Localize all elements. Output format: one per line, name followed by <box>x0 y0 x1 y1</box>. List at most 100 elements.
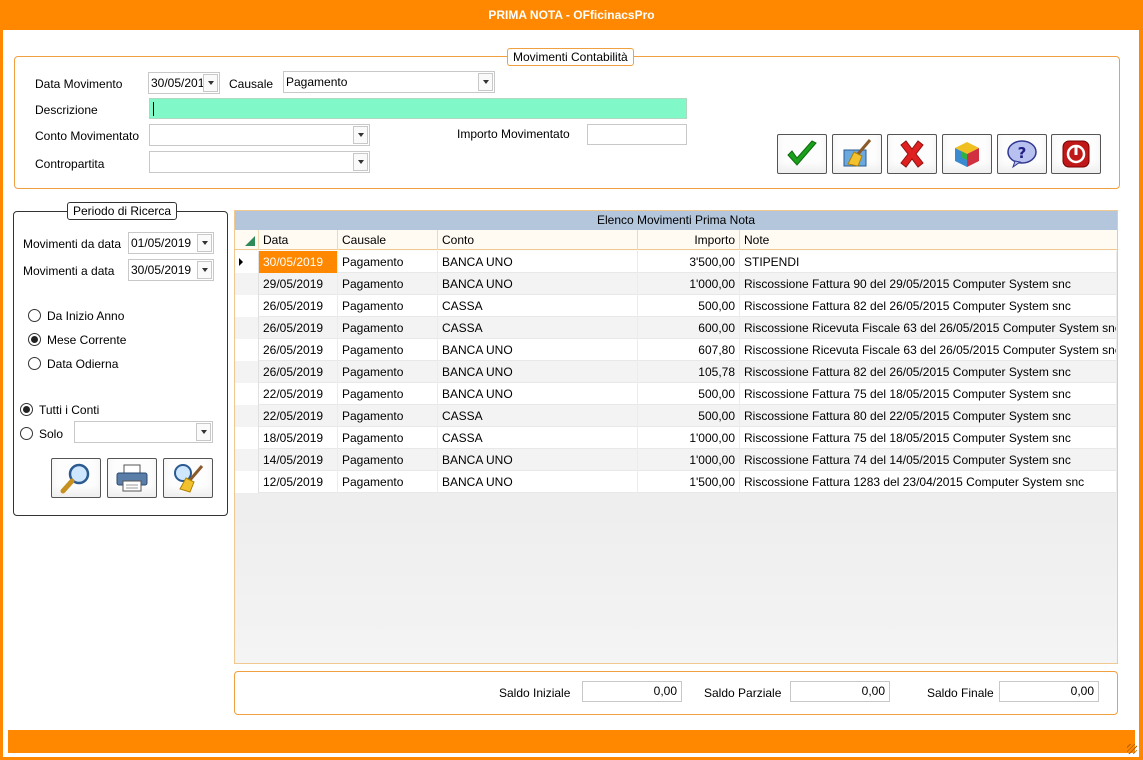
cell-importo[interactable]: 3'500,00 <box>638 251 740 273</box>
descrizione-input[interactable] <box>149 98 687 119</box>
cell-causale[interactable]: Pagamento <box>338 449 438 471</box>
importo-movimentato-input[interactable] <box>587 124 687 145</box>
cell-note[interactable]: STIPENDI <box>740 251 1117 273</box>
resize-grip-icon[interactable] <box>1127 744 1137 754</box>
col-header-data[interactable]: Data <box>259 230 338 250</box>
a-data-picker[interactable]: 30/05/2019 <box>128 259 214 281</box>
cell-importo[interactable]: 607,80 <box>638 339 740 361</box>
conto-movimentato-select[interactable] <box>149 124 370 146</box>
cell-note[interactable]: Riscossione Fattura 75 del 18/05/2015 Co… <box>740 427 1117 449</box>
cell-importo[interactable]: 1'000,00 <box>638 273 740 295</box>
cell-causale[interactable]: Pagamento <box>338 471 438 493</box>
cell-conto[interactable]: BANCA UNO <box>438 471 638 493</box>
causale-select[interactable]: Pagamento <box>283 71 495 93</box>
cell-data[interactable]: 26/05/2019 <box>259 361 338 383</box>
row-header[interactable] <box>235 273 259 295</box>
radio-solo-label[interactable]: Solo <box>39 427 63 441</box>
table-row[interactable]: 14/05/2019 Pagamento BANCA UNO 1'000,00 Risc… <box>235 449 1117 471</box>
radio-solo[interactable] <box>20 427 33 440</box>
radio-mese-corrente-label[interactable]: Mese Corrente <box>47 333 126 347</box>
cell-conto[interactable]: BANCA UNO <box>438 383 638 405</box>
cell-importo[interactable]: 1'500,00 <box>638 471 740 493</box>
table-row[interactable]: 26/05/2019 Pagamento CASSA 600,00 Riscossion… <box>235 317 1117 339</box>
radio-da-inizio-anno[interactable] <box>28 309 41 322</box>
reset-search-button[interactable] <box>163 458 213 498</box>
table-row[interactable]: 22/05/2019 Pagamento CASSA 500,00 Riscossion… <box>235 405 1117 427</box>
cell-data[interactable]: 26/05/2019 <box>259 295 338 317</box>
cell-causale[interactable]: Pagamento <box>338 295 438 317</box>
row-header[interactable] <box>235 471 259 493</box>
chevron-down-icon[interactable] <box>203 74 218 92</box>
table-row[interactable]: 12/05/2019 Pagamento BANCA UNO 1'500,00 Risc… <box>235 471 1117 493</box>
cell-note[interactable]: Riscossione Fattura 1283 del 23/04/2015 … <box>740 471 1117 493</box>
search-button[interactable] <box>51 458 101 498</box>
table-row[interactable]: 22/05/2019 Pagamento BANCA UNO 500,00 Riscos… <box>235 383 1117 405</box>
contropartita-select[interactable] <box>149 151 370 173</box>
cell-conto[interactable]: BANCA UNO <box>438 251 638 273</box>
cell-conto[interactable]: BANCA UNO <box>438 339 638 361</box>
radio-tutti-conti-label[interactable]: Tutti i Conti <box>39 403 99 417</box>
cell-causale[interactable]: Pagamento <box>338 339 438 361</box>
radio-data-odierna[interactable] <box>28 357 41 370</box>
cell-note[interactable]: Riscossione Ricevuta Fiscale 63 del 26/0… <box>740 339 1117 361</box>
current-row-indicator-icon[interactable] <box>235 251 259 273</box>
radio-da-inizio-anno-label[interactable]: Da Inizio Anno <box>47 309 124 323</box>
clear-button[interactable] <box>832 134 882 174</box>
table-row[interactable]: 26/05/2019 Pagamento CASSA 500,00 Riscossion… <box>235 295 1117 317</box>
exit-button[interactable] <box>1051 134 1101 174</box>
chevron-down-icon[interactable] <box>197 261 212 279</box>
cell-data[interactable]: 22/05/2019 <box>259 405 338 427</box>
cell-importo[interactable]: 105,78 <box>638 361 740 383</box>
cell-conto[interactable]: CASSA <box>438 405 638 427</box>
cell-importo[interactable]: 500,00 <box>638 295 740 317</box>
data-movimento-picker[interactable]: 30/05/201 <box>148 72 220 94</box>
radio-mese-corrente[interactable] <box>28 333 41 346</box>
delete-button[interactable] <box>887 134 937 174</box>
col-header-note[interactable]: Note <box>740 230 1117 250</box>
cell-conto[interactable]: BANCA UNO <box>438 449 638 471</box>
cell-conto[interactable]: BANCA UNO <box>438 361 638 383</box>
cell-data[interactable]: 30/05/2019 <box>259 251 338 273</box>
cell-importo[interactable]: 600,00 <box>638 317 740 339</box>
row-header[interactable] <box>235 383 259 405</box>
row-header[interactable] <box>235 405 259 427</box>
col-header-importo[interactable]: Importo <box>638 230 740 250</box>
cell-importo[interactable]: 500,00 <box>638 405 740 427</box>
solo-conto-select[interactable] <box>74 421 213 443</box>
cell-causale[interactable]: Pagamento <box>338 361 438 383</box>
table-row[interactable]: 30/05/2019 Pagamento BANCA UNO 3'500,00 STIP… <box>235 251 1117 273</box>
cell-data[interactable]: 29/05/2019 <box>259 273 338 295</box>
cell-note[interactable]: Riscossione Fattura 90 del 29/05/2015 Co… <box>740 273 1117 295</box>
row-header[interactable] <box>235 295 259 317</box>
col-header-conto[interactable]: Conto <box>438 230 638 250</box>
chevron-down-icon[interactable] <box>478 73 493 91</box>
cell-data[interactable]: 14/05/2019 <box>259 449 338 471</box>
radio-data-odierna-label[interactable]: Data Odierna <box>47 357 118 371</box>
row-header[interactable] <box>235 427 259 449</box>
cell-importo[interactable]: 500,00 <box>638 383 740 405</box>
chevron-down-icon[interactable] <box>196 423 211 441</box>
cell-importo[interactable]: 1'000,00 <box>638 427 740 449</box>
cell-note[interactable]: Riscossione Fattura 75 del 18/05/2015 Co… <box>740 383 1117 405</box>
row-header[interactable] <box>235 449 259 471</box>
chevron-down-icon[interactable] <box>353 126 368 144</box>
cell-note[interactable]: Riscossione Ricevuta Fiscale 63 del 26/0… <box>740 317 1117 339</box>
table-row[interactable]: 18/05/2019 Pagamento CASSA 1'000,00 Riscossi… <box>235 427 1117 449</box>
cell-data[interactable]: 12/05/2019 <box>259 471 338 493</box>
cell-conto[interactable]: CASSA <box>438 317 638 339</box>
cell-data[interactable]: 18/05/2019 <box>259 427 338 449</box>
confirm-button[interactable] <box>777 134 827 174</box>
cell-causale[interactable]: Pagamento <box>338 383 438 405</box>
cell-causale[interactable]: Pagamento <box>338 427 438 449</box>
cell-conto[interactable]: BANCA UNO <box>438 273 638 295</box>
modules-button[interactable] <box>942 134 992 174</box>
cell-conto[interactable]: CASSA <box>438 427 638 449</box>
cell-causale[interactable]: Pagamento <box>338 273 438 295</box>
cell-causale[interactable]: Pagamento <box>338 317 438 339</box>
help-button[interactable]: ? <box>997 134 1047 174</box>
cell-note[interactable]: Riscossione Fattura 74 del 14/05/2015 Co… <box>740 449 1117 471</box>
chevron-down-icon[interactable] <box>353 153 368 171</box>
row-header[interactable] <box>235 361 259 383</box>
cell-data[interactable]: 22/05/2019 <box>259 383 338 405</box>
chevron-down-icon[interactable] <box>197 234 212 252</box>
